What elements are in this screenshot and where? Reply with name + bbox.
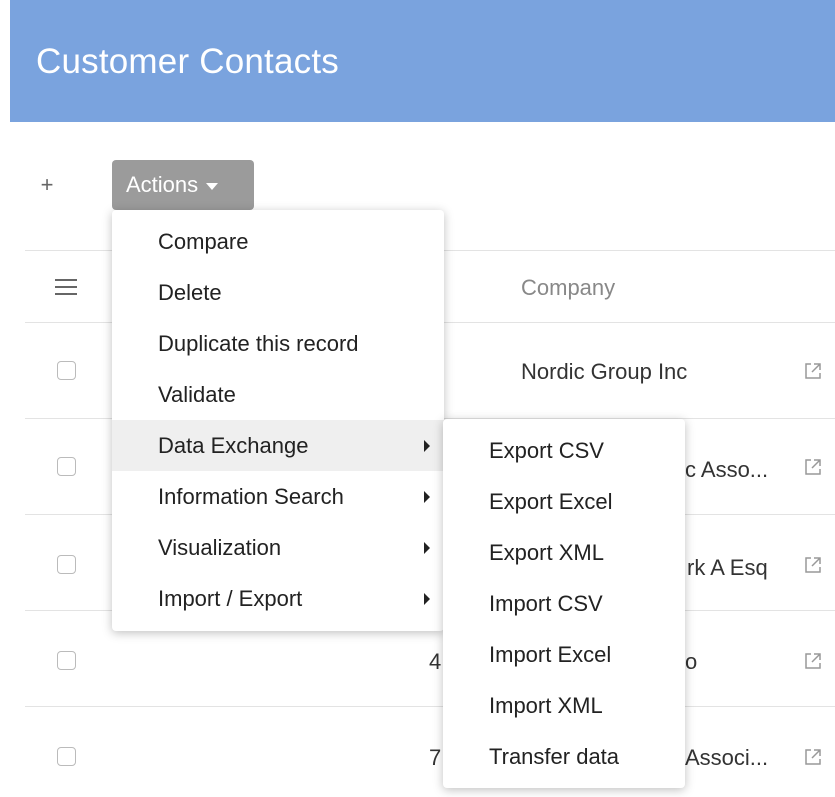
column-header-company[interactable]: Company xyxy=(521,275,615,301)
external-link-icon[interactable] xyxy=(803,361,823,381)
caret-down-icon xyxy=(206,182,219,190)
menu-item-label: Import / Export xyxy=(158,586,303,611)
number-cell: 7 xyxy=(429,745,442,770)
menu-item-label: Data Exchange xyxy=(158,433,309,458)
chevron-right-icon xyxy=(424,593,430,605)
menu-item-label: Duplicate this record xyxy=(158,331,359,356)
submenu-item-import-excel[interactable]: Import Excel xyxy=(443,629,685,680)
submenu-item-export-csv[interactable]: Export CSV xyxy=(443,425,685,476)
number-cell: 4 xyxy=(429,649,442,674)
data-exchange-submenu: Export CSV Export Excel Export XML Impor… xyxy=(443,419,685,788)
submenu-item-import-csv[interactable]: Import CSV xyxy=(443,578,685,629)
menu-item-label: Validate xyxy=(158,382,236,407)
row-checkbox[interactable] xyxy=(57,555,76,574)
menu-item-delete[interactable]: Delete xyxy=(112,267,444,318)
external-link-icon[interactable] xyxy=(803,457,823,477)
external-link-icon[interactable] xyxy=(803,747,823,767)
row-checkbox[interactable] xyxy=(57,651,76,670)
add-button[interactable]: + xyxy=(36,170,58,200)
company-cell: c Asso... xyxy=(685,457,769,482)
row-checkbox[interactable] xyxy=(57,361,76,380)
actions-menu: Compare Delete Duplicate this record Val… xyxy=(112,210,444,631)
table-row[interactable]: 7 Associ... xyxy=(25,707,835,797)
actions-dropdown-button[interactable]: Actions xyxy=(112,160,254,210)
submenu-item-export-xml[interactable]: Export XML xyxy=(443,527,685,578)
company-cell: o xyxy=(685,649,698,674)
menu-item-label: Information Search xyxy=(158,484,344,509)
row-checkbox[interactable] xyxy=(57,747,76,766)
menu-item-data-exchange[interactable]: Data Exchange xyxy=(112,420,444,471)
submenu-item-export-excel[interactable]: Export Excel xyxy=(443,476,685,527)
actions-label: Actions xyxy=(126,172,199,197)
menu-item-label: Visualization xyxy=(158,535,282,560)
menu-item-compare[interactable]: Compare xyxy=(112,216,444,267)
menu-item-duplicate[interactable]: Duplicate this record xyxy=(112,318,444,369)
company-cell: rk A Esq xyxy=(687,555,768,580)
menu-item-information-search[interactable]: Information Search xyxy=(112,471,444,522)
menu-item-label: Compare xyxy=(158,229,249,254)
app-header: Customer Contacts xyxy=(10,0,835,122)
menu-item-import-export[interactable]: Import / Export xyxy=(112,573,444,624)
hamburger-icon[interactable] xyxy=(55,279,77,295)
page-title: Customer Contacts xyxy=(36,42,339,81)
menu-item-validate[interactable]: Validate xyxy=(112,369,444,420)
company-cell: Associ... xyxy=(685,745,769,770)
menu-item-visualization[interactable]: Visualization xyxy=(112,522,444,573)
row-checkbox[interactable] xyxy=(57,457,76,476)
chevron-right-icon xyxy=(424,440,430,452)
menu-item-label: Delete xyxy=(158,280,222,305)
chevron-right-icon xyxy=(424,542,430,554)
company-cell: Nordic Group Inc xyxy=(521,359,688,384)
submenu-item-transfer-data[interactable]: Transfer data xyxy=(443,731,685,782)
chevron-right-icon xyxy=(424,491,430,503)
external-link-icon[interactable] xyxy=(803,555,823,575)
external-link-icon[interactable] xyxy=(803,651,823,671)
submenu-item-import-xml[interactable]: Import XML xyxy=(443,680,685,731)
